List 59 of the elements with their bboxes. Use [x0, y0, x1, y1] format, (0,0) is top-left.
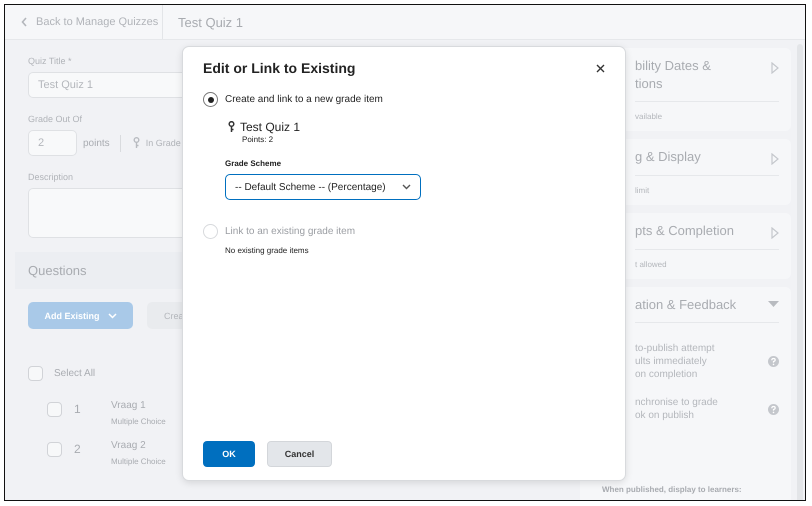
radio-button[interactable]: [203, 92, 218, 107]
scrollbar[interactable]: [797, 44, 803, 500]
grade-scheme-dropdown[interactable]: -- Default Scheme -- (Percentage): [225, 174, 421, 200]
question-number: 2: [74, 442, 82, 456]
card-title[interactable]: bility Dates &: [635, 58, 711, 73]
grade-item-points: Points: 2: [242, 135, 274, 144]
select-all-label: Select All: [54, 368, 96, 379]
card-title[interactable]: g & Display: [635, 149, 701, 164]
option-label: on completion: [635, 369, 698, 380]
card-title[interactable]: tions: [635, 76, 711, 91]
card-title[interactable]: pts & Completion: [635, 223, 734, 238]
card-summary: t allowed: [635, 260, 668, 269]
caret-icon: [108, 312, 116, 318]
field-label: Grade Scheme: [225, 159, 282, 168]
close-icon[interactable]: [596, 64, 605, 72]
ok-button[interactable]: OK: [203, 441, 255, 467]
key-icon: [228, 121, 235, 133]
checkbox[interactable]: [47, 402, 62, 417]
empty-message: No existing grade items: [225, 246, 310, 255]
cancel-button[interactable]: Cancel: [267, 441, 332, 467]
card-title[interactable]: ation & Feedback: [635, 297, 736, 312]
help-icon[interactable]: [768, 356, 779, 367]
grade-item-name: Test Quiz 1: [240, 120, 300, 134]
help-icon[interactable]: [768, 404, 779, 414]
option-label: ults immediately: [635, 356, 708, 367]
checkbox[interactable]: [28, 366, 43, 381]
caret-down-icon[interactable]: [768, 301, 779, 307]
section-title: Questions: [28, 263, 87, 278]
add-existing-button[interactable]: Add Existing: [28, 302, 133, 329]
card-summary: vailable: [635, 112, 664, 121]
question-number: 1: [74, 402, 82, 416]
question-title[interactable]: Vraag 2: [111, 440, 166, 451]
caret-icon: [402, 184, 411, 190]
radio-label[interactable]: Create and link to a new grade item: [225, 94, 383, 105]
in-grade-label: In Grade: [146, 138, 181, 148]
back-link[interactable]: Back to Manage Quizzes: [5, 16, 162, 28]
description-field[interactable]: [28, 188, 183, 238]
field-label: Description: [28, 172, 74, 182]
question-type: Multiple Choice: [111, 457, 166, 466]
caret-right-icon[interactable]: [771, 227, 779, 239]
field-label: Grade Out Of: [28, 114, 84, 124]
caret-right-icon[interactable]: [771, 62, 779, 74]
points-label: points: [83, 138, 110, 148]
card-summary: limit: [635, 186, 650, 195]
field-label: Quiz Title *: [28, 56, 73, 66]
section-label: When published, display to learners:: [602, 485, 743, 494]
title-field[interactable]: Test Quiz 1: [28, 72, 183, 98]
caret-right-icon[interactable]: [771, 153, 779, 165]
checkbox[interactable]: [47, 442, 62, 457]
key-icon: [132, 137, 140, 149]
option-label: to-publish attempt: [635, 343, 714, 354]
grade-field[interactable]: 2: [28, 130, 77, 156]
question-type: Multiple Choice: [111, 417, 166, 426]
option-label: ok on publish: [635, 410, 695, 421]
chevron-left-icon: [21, 17, 28, 27]
question-title[interactable]: Vraag 1: [111, 400, 166, 411]
dialog-title: Edit or Link to Existing: [203, 60, 356, 76]
page-title: Test Quiz 1: [178, 14, 244, 30]
option-label: nchronise to grade: [635, 397, 718, 408]
